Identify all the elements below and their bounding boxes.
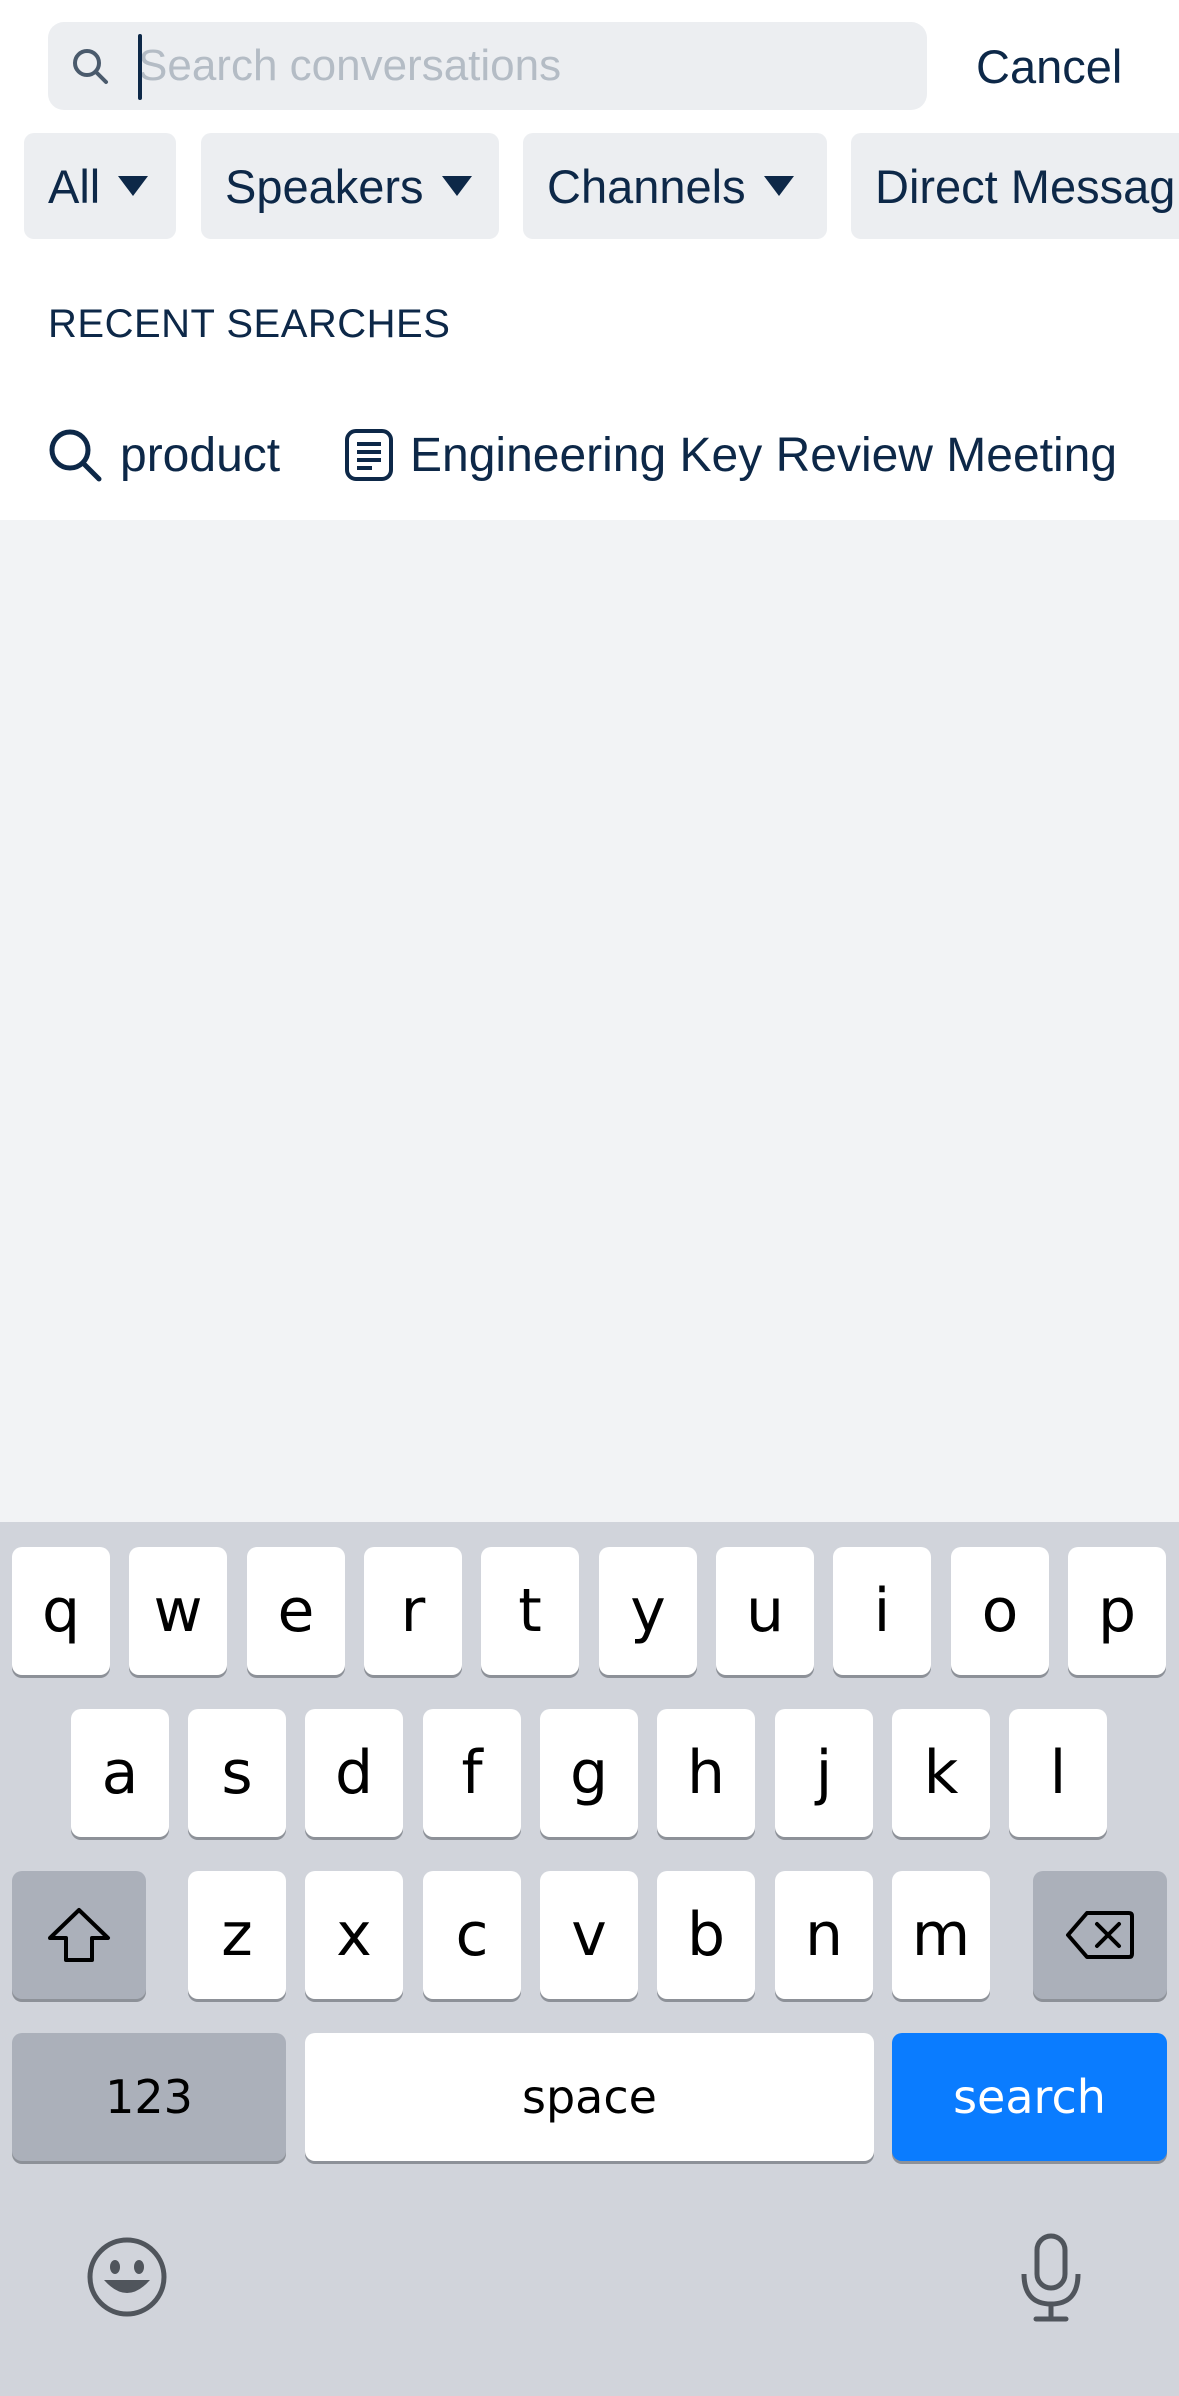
key-f[interactable]: f <box>423 1709 521 1837</box>
cancel-button[interactable]: Cancel <box>976 38 1122 94</box>
caret-down-icon <box>763 176 794 196</box>
caret-down-icon <box>118 176 149 196</box>
key-t[interactable]: t <box>481 1547 579 1675</box>
key-k[interactable]: k <box>892 1709 990 1837</box>
key-u[interactable]: u <box>716 1547 814 1675</box>
microphone-icon[interactable] <box>1018 2232 1084 2324</box>
search-icon <box>73 49 108 84</box>
delete-key[interactable] <box>1033 1871 1167 1999</box>
key-v[interactable]: v <box>540 1871 638 1999</box>
filter-channels-label: Channels <box>547 159 746 213</box>
key-z[interactable]: z <box>188 1871 286 1999</box>
key-i[interactable]: i <box>833 1547 931 1675</box>
key-p[interactable]: p <box>1068 1547 1166 1675</box>
key-a[interactable]: a <box>71 1709 169 1837</box>
recent-searches-title: RECENT SEARCHES <box>48 302 451 346</box>
key-c[interactable]: c <box>423 1871 521 1999</box>
key-j[interactable]: j <box>775 1709 873 1837</box>
filter-direct-messages-label: Direct Messag <box>875 159 1176 213</box>
key-x[interactable]: x <box>305 1871 403 1999</box>
key-o[interactable]: o <box>951 1547 1049 1675</box>
keyboard: q w e r t y u i o p a s d f g h j k l z … <box>0 1522 1179 2396</box>
search-bar[interactable] <box>48 22 927 110</box>
key-w[interactable]: w <box>129 1547 227 1675</box>
search-icon <box>49 429 102 482</box>
key-e[interactable]: e <box>247 1547 345 1675</box>
caret-down-icon <box>441 176 472 196</box>
search-header: Cancel All Speakers Channels Direct Mess… <box>0 0 1179 520</box>
recent-search-item[interactable]: Engineering Key Review Meeting <box>344 420 1117 490</box>
filter-speakers[interactable]: Speakers <box>201 133 499 239</box>
key-d[interactable]: d <box>305 1709 403 1837</box>
recent-search-item[interactable]: product <box>46 420 280 490</box>
numbers-key[interactable]: 123 <box>12 2033 286 2161</box>
key-l[interactable]: l <box>1009 1709 1107 1837</box>
key-m[interactable]: m <box>892 1871 990 1999</box>
filter-all[interactable]: All <box>24 133 176 239</box>
filter-channels[interactable]: Channels <box>523 133 827 239</box>
filter-bar: All Speakers Channels Direct Messag <box>0 133 1179 241</box>
recent-search-label: product <box>120 428 281 482</box>
key-g[interactable]: g <box>540 1709 638 1837</box>
key-h[interactable]: h <box>657 1709 755 1837</box>
shift-key[interactable] <box>12 1871 146 1999</box>
key-r[interactable]: r <box>364 1547 462 1675</box>
key-q[interactable]: q <box>12 1547 110 1675</box>
key-n[interactable]: n <box>775 1871 873 1999</box>
text-cursor <box>138 34 142 100</box>
filter-direct-messages[interactable]: Direct Messag <box>851 133 1179 239</box>
key-b[interactable]: b <box>657 1871 755 1999</box>
recent-search-label: Engineering Key Review Meeting <box>410 428 1118 482</box>
filter-all-label: All <box>48 159 101 213</box>
emoji-icon[interactable] <box>86 2236 168 2318</box>
filter-speakers-label: Speakers <box>225 159 424 213</box>
key-s[interactable]: s <box>188 1709 286 1837</box>
search-key[interactable]: search <box>892 2033 1167 2161</box>
key-y[interactable]: y <box>599 1547 697 1675</box>
backspace-icon <box>1066 1911 1134 1959</box>
shift-icon <box>48 1908 110 1962</box>
space-key[interactable]: space <box>305 2033 874 2161</box>
search-input[interactable] <box>138 36 898 96</box>
document-icon <box>345 429 393 481</box>
